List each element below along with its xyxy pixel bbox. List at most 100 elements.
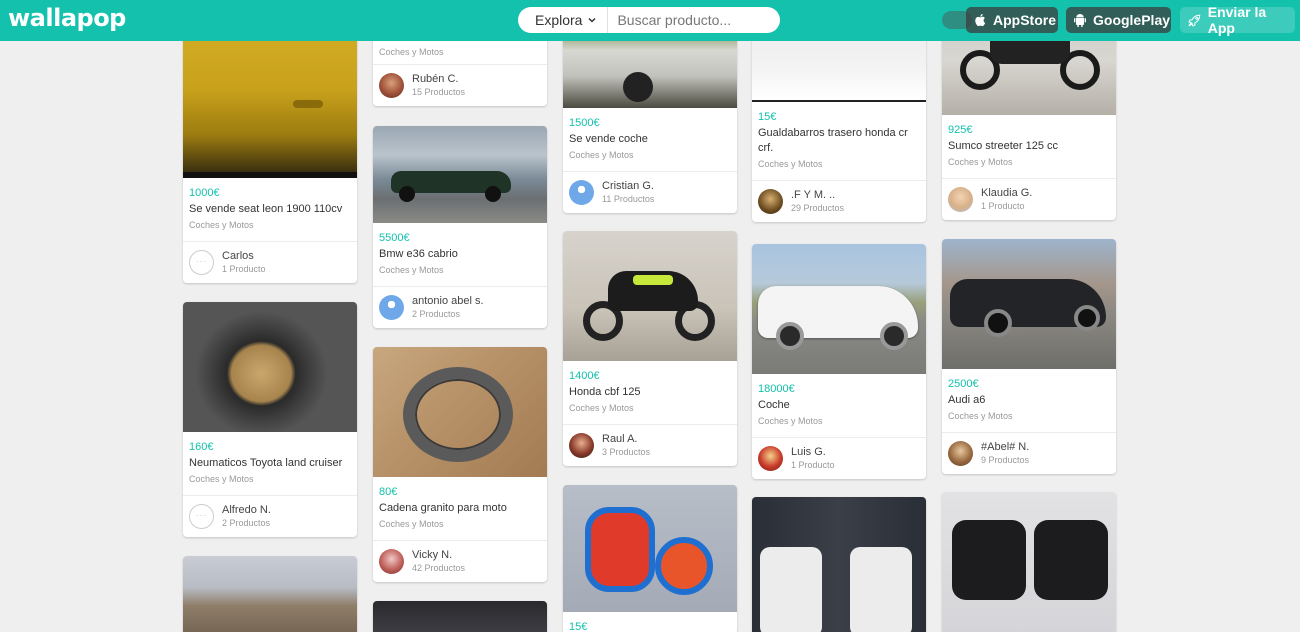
top-bar: wallapop Explora AppStore GooglePlay Env… [0,0,1300,41]
listing-seller[interactable]: antonio abel s. 2 Productos [373,286,547,328]
listing-price: 1500€ [569,117,600,129]
avatar [569,180,594,205]
listing-seller[interactable]: Rubén C. 15 Productos [373,64,547,106]
avatar [948,441,973,466]
explore-dropdown[interactable]: Explora [518,7,609,33]
listing-price: 1000€ [189,187,220,199]
listing-title: Sumco streeter 125 cc [948,140,1059,152]
listing-image [563,485,737,612]
explore-label: Explora [535,12,583,28]
seller-product-count: 2 Productos [412,309,461,319]
seller-product-count: 15 Productos [412,87,466,97]
seller-product-count: 11 Productos [602,194,655,204]
listing-category: Coches y Motos [379,519,444,529]
seller-product-count: 1 Producto [791,460,835,470]
seller-product-count: 1 Producto [222,264,266,274]
listing-seller[interactable]: ··· Carlos 1 Producto [183,241,357,283]
wallapop-logo[interactable]: wallapop [8,4,126,32]
listing-image [373,126,547,223]
listing-seller[interactable]: Klaudia G. 1 Producto [942,178,1116,220]
listing-seller[interactable]: #Abel# N. 9 Productos [942,432,1116,474]
seller-product-count: 3 Productos [602,447,651,457]
avatar [569,433,594,458]
chevron-down-icon [588,17,596,23]
listing-card[interactable]: 18000€ Coche Coches y Motos Luis G. 1 Pr… [752,244,926,479]
listing-image [183,302,357,432]
listing-title: Se vende seat leon 1900 110cv [189,203,343,215]
listing-card[interactable]: 80€ Cadena granito para moto Coches y Mo… [373,347,547,582]
seller-name: Rubén C. [412,73,459,85]
avatar: ··· [189,504,214,529]
appstore-label: AppStore [993,12,1056,28]
listing-title: Cadena granito para moto [379,502,507,514]
listing-price: 5500€ [379,232,410,244]
listing-title: Coche [758,399,790,411]
googleplay-label: GooglePlay [1093,12,1171,28]
listing-image [183,556,357,632]
avatar [758,189,783,214]
avatar [948,187,973,212]
listing-price: 1400€ [569,370,600,382]
listing-title: Bmw e36 cabrio [379,248,458,260]
avatar: ··· [189,250,214,275]
listing-category: Coches y Motos [948,411,1013,421]
listing-card[interactable] [183,556,357,632]
listing-category: Coches y Motos [379,265,444,275]
listing-card[interactable] [373,601,547,632]
avatar [379,73,404,98]
rocket-icon [1188,14,1201,27]
listing-card[interactable]: 1000€ Se vende seat leon 1900 110cv Coch… [183,0,357,283]
listing-image [942,239,1116,369]
avatar [758,446,783,471]
listing-title: Honda cbf 125 [569,386,641,398]
seller-name: Luis G. [791,446,826,458]
listing-card[interactable]: 160€ Neumaticos Toyota land cruiser Coch… [183,302,357,537]
listing-image [373,601,547,632]
listing-image [373,347,547,477]
listing-price: 80€ [379,486,398,498]
listing-card[interactable]: 2500€ Audi a6 Coches y Motos #Abel# N. 9… [942,239,1116,474]
listing-category: Coches y Motos [948,157,1013,167]
listing-card[interactable] [752,497,926,632]
listing-seller[interactable]: .F Y M. .. 29 Productos [752,180,926,222]
listing-category: Coches y Motos [569,150,634,160]
seller-name: #Abel# N. [981,441,1030,453]
listing-seller[interactable]: Vicky N. 42 Productos [373,540,547,582]
seller-name: Carlos [222,250,254,262]
search-input[interactable] [608,12,769,28]
seller-name: antonio abel s. [412,295,484,307]
listing-card[interactable] [942,492,1116,632]
listing-card[interactable]: 15€ [563,485,737,632]
listing-seller[interactable]: Luis G. 1 Producto [752,437,926,479]
android-icon [1074,14,1086,27]
listing-seller[interactable]: ··· Alfredo N. 2 Productos [183,495,357,537]
listing-title: Neumaticos Toyota land cruiser [189,457,343,469]
listing-price: 2500€ [948,378,979,390]
listing-category: Coches y Motos [569,403,634,413]
listing-image [563,231,737,361]
search-bar: Explora [518,7,780,33]
listing-price: 925€ [948,124,973,136]
listing-image [942,492,1116,632]
listing-price: 160€ [189,441,214,453]
seller-product-count: 2 Productos [222,518,271,528]
apple-icon [975,14,986,27]
seller-product-count: 1 Producto [981,201,1025,211]
listing-card[interactable]: 1400€ Honda cbf 125 Coches y Motos Raul … [563,231,737,466]
listing-card[interactable]: 5500€ Bmw e36 cabrio Coches y Motos anto… [373,126,547,328]
listing-category: Coches y Motos [758,159,823,169]
send-app-button[interactable]: Enviar la App [1180,4,1295,36]
avatar [379,549,404,574]
listing-category: Coches y Motos [189,220,254,230]
avatar [379,295,404,320]
seller-product-count: 9 Productos [981,455,1030,465]
listing-image [752,497,926,632]
seller-product-count: 29 Productos [791,203,845,213]
seller-name: Alfredo N. [222,504,271,516]
listing-seller[interactable]: Raul A. 3 Productos [563,424,737,466]
listing-title: Se vende coche [569,133,648,145]
listing-seller[interactable]: Cristian G. 11 Productos [563,171,737,213]
seller-name: Vicky N. [412,549,453,561]
googleplay-button[interactable]: GooglePlay [1066,7,1171,33]
appstore-button[interactable]: AppStore [966,7,1058,33]
